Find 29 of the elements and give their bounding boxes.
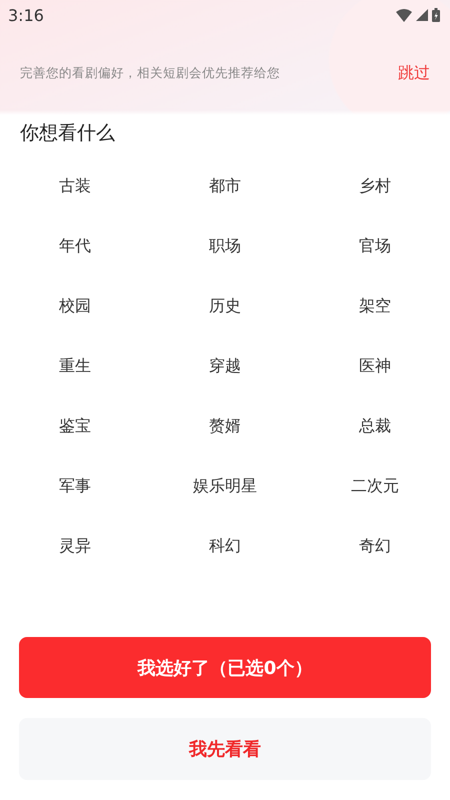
- genre-tag[interactable]: 职场: [199, 232, 251, 260]
- genre-tag[interactable]: 娱乐明星: [183, 472, 267, 500]
- wifi-icon: [396, 8, 412, 22]
- signal-icon: [416, 9, 428, 21]
- confirm-button[interactable]: 我选好了（已选0个）: [19, 637, 431, 698]
- section-title: 你想看什么: [20, 121, 116, 146]
- genre-tag[interactable]: 鉴宝: [49, 412, 101, 440]
- genre-tag[interactable]: 年代: [49, 232, 101, 260]
- genre-tag[interactable]: 校园: [49, 292, 101, 320]
- battery-icon: [432, 8, 440, 22]
- genre-tag[interactable]: 赘婿: [199, 412, 251, 440]
- status-time: 3:16: [8, 6, 44, 24]
- genre-tag[interactable]: 灵异: [49, 532, 101, 560]
- genre-tag[interactable]: 官场: [349, 232, 401, 260]
- genre-tag[interactable]: 重生: [49, 352, 101, 380]
- genre-tag[interactable]: 架空: [349, 292, 401, 320]
- genre-tag[interactable]: 古装: [49, 172, 101, 200]
- genre-tag[interactable]: 奇幻: [349, 532, 401, 560]
- genre-tag[interactable]: 科幻: [199, 532, 251, 560]
- genre-tag[interactable]: 军事: [49, 472, 101, 500]
- genre-tag[interactable]: 历史: [199, 292, 251, 320]
- browse-first-button[interactable]: 我先看看: [19, 718, 431, 780]
- genre-tag[interactable]: 总裁: [349, 412, 401, 440]
- genre-tag[interactable]: 乡村: [349, 172, 401, 200]
- genre-tag[interactable]: 二次元: [341, 472, 409, 500]
- genre-tag[interactable]: 医神: [349, 352, 401, 380]
- genre-tag[interactable]: 穿越: [199, 352, 251, 380]
- genre-tag[interactable]: 都市: [199, 172, 251, 200]
- preference-hint: 完善您的看剧偏好，相关短剧会优先推荐给您: [20, 65, 280, 82]
